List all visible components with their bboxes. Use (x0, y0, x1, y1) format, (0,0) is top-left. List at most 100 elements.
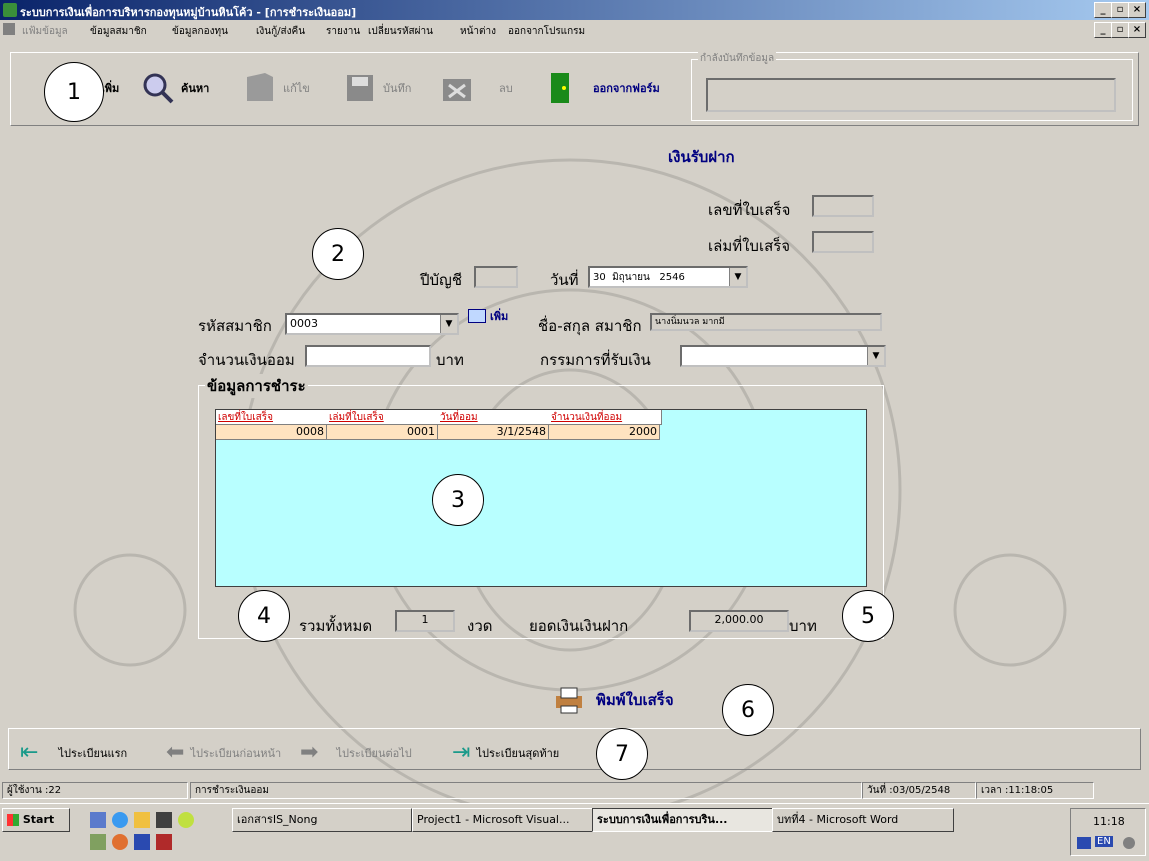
menu-file[interactable]: แฟ้มข้อมูล (22, 24, 68, 39)
last-record-icon: ⇥ (452, 740, 471, 765)
window-title: ระบบการเงินเพื่อการบริหารกองทุนหมู่บ้านห… (20, 6, 357, 19)
save-icon[interactable] (156, 812, 172, 828)
menu-fund[interactable]: ข้อมูลกองทุน (172, 24, 228, 39)
task-explorer[interactable]: เอกสารIS_Nong (232, 808, 412, 832)
installment-label: งวด (467, 617, 493, 635)
desktop-icon[interactable] (90, 812, 106, 828)
previous-record-button[interactable]: ⬅ ไประเบียนก่อนหน้า (166, 740, 281, 765)
status-time: เวลา :11:18:05 (976, 782, 1094, 799)
grid-header-saving-amount[interactable]: จำนวนเงินที่ออม (549, 410, 662, 425)
exit-door-icon (551, 73, 569, 103)
member-code-label: รหัสสมาชิก (198, 317, 272, 335)
grid-header-saving-date[interactable]: วันที่ออม (438, 410, 551, 425)
mdi-child-icon[interactable] (3, 23, 15, 35)
member-name-label: ชื่อ-สกุล สมาชิก (538, 317, 642, 335)
total-label: รวมทั้งหมด (299, 617, 373, 635)
total-count-field: 1 (395, 610, 455, 632)
chevron-down-icon[interactable]: ▼ (867, 347, 884, 365)
callout-2: 2 (312, 228, 364, 280)
first-record-icon: ⇤ (20, 740, 39, 765)
payment-info-label: ข้อมูลการชำระ (205, 374, 308, 398)
task-visual-basic[interactable]: Project1 - Microsoft Visual... (412, 808, 594, 832)
floppy-disk-icon (347, 75, 373, 101)
search-button[interactable]: ค้นหา (141, 71, 209, 105)
child-maximize-button[interactable]: ▫ (1111, 22, 1129, 38)
menu-bar: แฟ้มข้อมูล ข้อมูลสมาชิก ข้อมูลกองทุน เงิ… (0, 20, 1149, 40)
callout-3: 3 (432, 474, 484, 526)
grid-cell-saving-amount[interactable]: 2000 (549, 425, 660, 440)
first-record-button[interactable]: ⇤ ไประเบียนแรก (20, 740, 127, 765)
arrow-right-icon: ➡ (300, 740, 319, 765)
edit-button[interactable]: แก้ไข (243, 71, 310, 105)
outlook-icon[interactable] (134, 812, 150, 828)
window-title-bar[interactable]: ระบบการเงินเพื่อการบริหารกองทุนหมู่บ้านห… (0, 0, 1149, 20)
app-icon (3, 3, 17, 17)
saving-status-label: กำลังบันทึกข้อมูล (698, 51, 777, 66)
grid-cell-receipt-no[interactable]: 0008 (216, 425, 327, 440)
network-icon[interactable] (90, 834, 106, 850)
arrow-left-icon: ⬅ (166, 740, 185, 765)
menu-exit[interactable]: ออกจากโปรแกรม (508, 24, 585, 39)
callout-6: 6 (722, 684, 774, 736)
fiscal-year-label: ปีบัญชี (420, 271, 463, 289)
menu-loan[interactable]: เงินกู้/ส่งคืน (256, 24, 305, 39)
add-member-button[interactable]: เพิ่ม (468, 307, 508, 325)
date-label: วันที่ (550, 271, 579, 289)
date-picker[interactable]: 30 มิถุนายน 2546 ▼ (588, 266, 748, 288)
baht-label: บาท (436, 351, 464, 369)
receipt-no-field[interactable] (812, 195, 874, 217)
delete-icon (443, 79, 471, 101)
task-word[interactable]: บทที่4 - Microsoft Word (772, 808, 954, 832)
toolbar-panel: เพิ่ม ค้นหา แก้ไข บันทึก ลบ ออกจากฟอร์ม … (10, 51, 1139, 126)
status-bar: ผู้ใช้งาน :22 การชำระเงินออม วันที่ :03/… (0, 780, 1149, 800)
chevron-down-icon[interactable]: ▼ (729, 268, 746, 286)
language-indicator[interactable]: EN (1095, 836, 1113, 847)
print-receipt-button[interactable]: พิมพ์ใบเสร็จ (552, 686, 674, 714)
access-icon[interactable] (156, 834, 172, 850)
grid-header-receipt-no[interactable]: เลขที่ใบเสร็จ (216, 410, 329, 425)
committee-combo[interactable]: ▼ (680, 345, 886, 367)
savings-amount-label: จำนวนเงินออม (198, 351, 295, 369)
menu-member[interactable]: ข้อมูลสมาชิก (90, 24, 147, 39)
status-date: วันที่ :03/05/2548 (862, 782, 976, 799)
clock[interactable]: 11:18 (1093, 815, 1125, 828)
taskbar: Start เอกสารIS_Nong Project1 - Microsoft… (0, 803, 1149, 861)
windows-logo-icon (7, 814, 19, 826)
magnifier-icon (143, 73, 174, 104)
speaker-icon[interactable] (1123, 837, 1135, 849)
grid-cell-saving-date[interactable]: 3/1/2548 (438, 425, 549, 440)
member-code-combo[interactable]: 0003 ▼ (285, 313, 459, 335)
saving-status-field (706, 78, 1116, 112)
close-button[interactable]: × (1128, 2, 1146, 18)
task-finance-system[interactable]: ระบบการเงินเพื่อการบริน... (592, 808, 774, 832)
callout-1: 1 (44, 62, 104, 122)
word-icon[interactable] (134, 834, 150, 850)
delete-button[interactable]: ลบ (439, 71, 513, 105)
chevron-down-icon[interactable]: ▼ (440, 315, 457, 333)
minimize-button[interactable]: _ (1094, 2, 1112, 18)
exit-form-button[interactable]: ออกจากฟอร์ม (543, 71, 660, 105)
grid-header-receipt-book[interactable]: เล่มที่ใบเสร็จ (327, 410, 440, 425)
payment-grid[interactable]: เลขที่ใบเสร็จ เล่มที่ใบเสร็จ วันที่ออม จ… (215, 409, 867, 587)
start-button[interactable]: Start (2, 808, 70, 832)
media-icon[interactable] (178, 812, 194, 828)
receipt-book-field[interactable] (812, 231, 874, 253)
shield-icon[interactable] (1077, 837, 1091, 849)
menu-report[interactable]: รายงาน (326, 24, 360, 39)
ie-icon[interactable] (112, 812, 128, 828)
member-code-value: 0003 (290, 317, 318, 330)
callout-4: 4 (238, 590, 290, 642)
child-close-button[interactable]: × (1128, 22, 1146, 38)
menu-window[interactable]: หน้าต่าง (460, 24, 496, 39)
child-minimize-button[interactable]: _ (1094, 22, 1112, 38)
next-record-button[interactable]: ➡ ไประเบียนต่อไป (300, 740, 412, 765)
fiscal-year-field[interactable] (474, 266, 518, 288)
status-user: ผู้ใช้งาน :22 (2, 782, 188, 799)
save-button[interactable]: บันทึก (343, 71, 411, 105)
grid-cell-receipt-book[interactable]: 0001 (327, 425, 438, 440)
savings-amount-field[interactable] (305, 345, 431, 367)
menu-change-password[interactable]: เปลี่ยนรหัสผ่าน (368, 24, 433, 39)
firefox-icon[interactable] (112, 834, 128, 850)
last-record-button[interactable]: ⇥ ไประเบียนสุดท้าย (452, 740, 559, 765)
maximize-button[interactable]: ▫ (1111, 2, 1129, 18)
